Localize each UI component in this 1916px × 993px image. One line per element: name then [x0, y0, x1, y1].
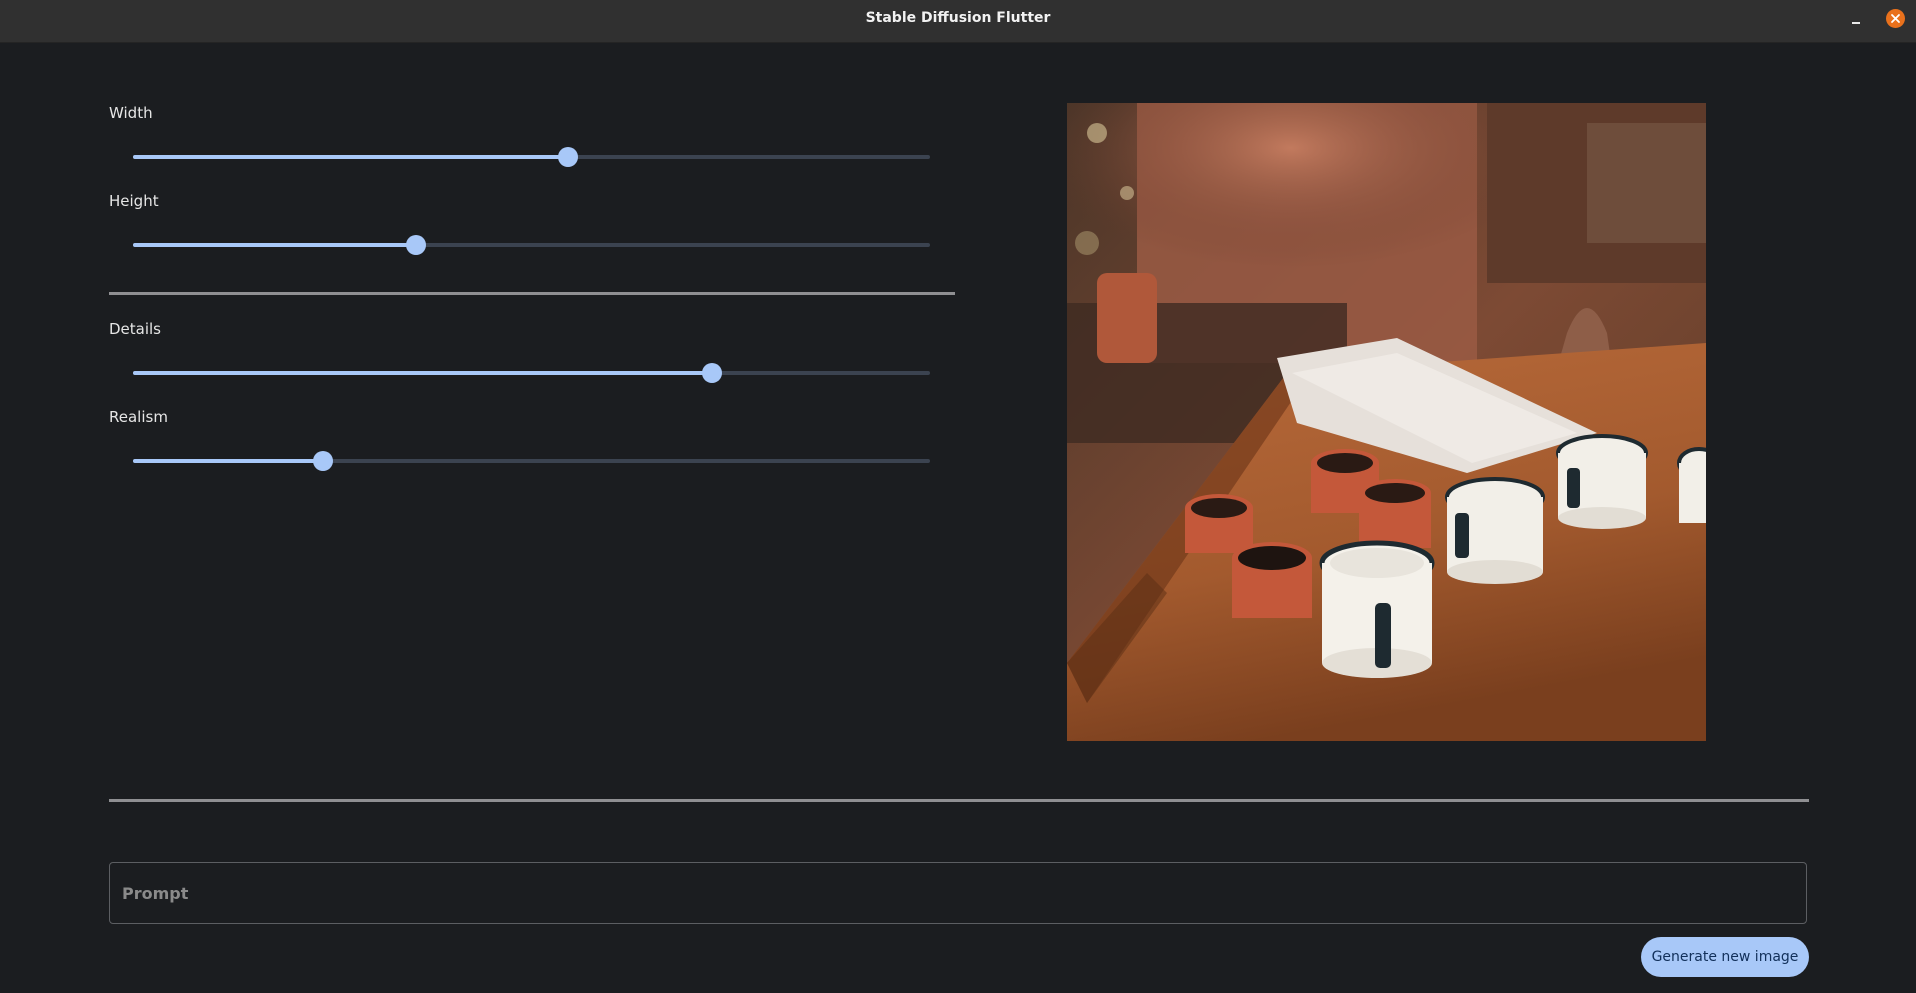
- minimize-icon[interactable]: [1846, 9, 1866, 29]
- title-bar[interactable]: Stable Diffusion Flutter: [0, 0, 1916, 43]
- width-label: Width: [109, 104, 153, 122]
- details-slider-group: Details: [109, 320, 955, 390]
- cups-photo: [1067, 103, 1706, 741]
- details-slider-thumb[interactable]: [701, 363, 722, 383]
- realism-slider-thumb[interactable]: [313, 451, 334, 471]
- height-slider-group: Height: [109, 192, 955, 262]
- realism-slider-fill: [133, 459, 324, 463]
- width-slider-thumb[interactable]: [558, 147, 579, 167]
- width-slider[interactable]: [133, 147, 930, 167]
- height-label: Height: [109, 192, 159, 210]
- details-label: Details: [109, 320, 162, 338]
- close-icon[interactable]: [1886, 9, 1905, 28]
- content-divider: [109, 799, 1809, 802]
- width-slider-fill: [133, 155, 569, 159]
- generated-image: [1067, 103, 1706, 741]
- realism-slider[interactable]: [133, 451, 930, 471]
- details-slider[interactable]: [133, 363, 930, 383]
- window-title: Stable Diffusion Flutter: [865, 10, 1051, 26]
- app-window: Stable Diffusion Flutter Width Height De…: [0, 0, 1916, 993]
- generate-image-button[interactable]: Generate new image: [1641, 937, 1809, 977]
- height-slider-fill: [133, 243, 416, 247]
- realism-slider-group: Realism: [109, 408, 955, 478]
- prompt-input[interactable]: [109, 862, 1807, 924]
- realism-label: Realism: [109, 408, 168, 426]
- height-slider[interactable]: [133, 235, 930, 255]
- width-slider-group: Width: [109, 104, 955, 174]
- sliders-divider: [109, 292, 955, 295]
- details-slider-fill: [133, 371, 712, 375]
- height-slider-thumb[interactable]: [405, 235, 426, 255]
